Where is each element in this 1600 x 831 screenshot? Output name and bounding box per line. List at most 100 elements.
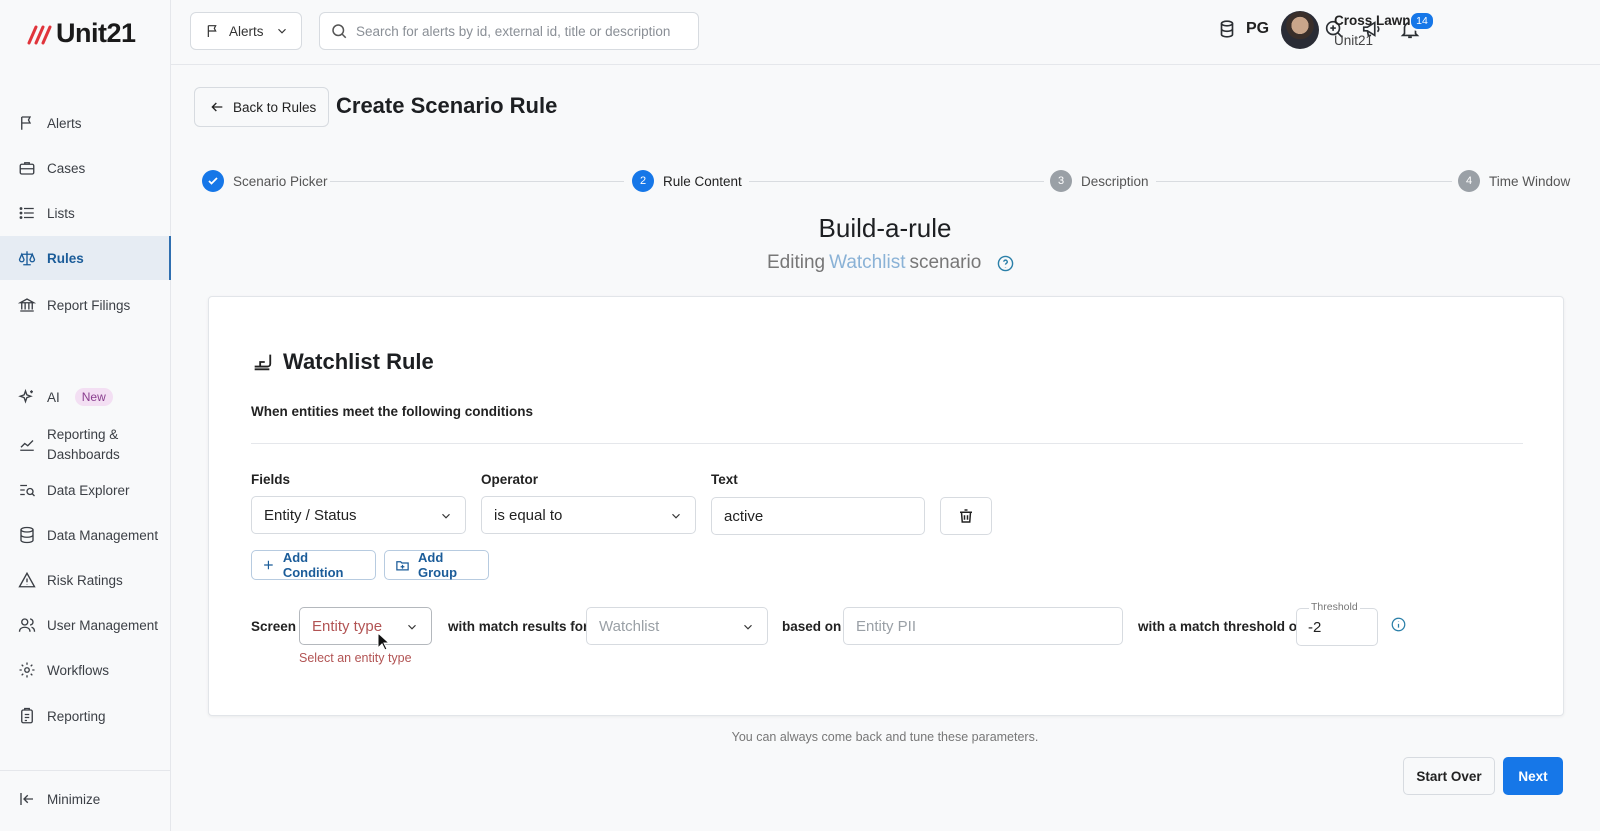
minimize-button[interactable]: Minimize — [0, 777, 171, 821]
flag-icon — [21, 116, 32, 130]
sidebar-item-label-line2: Dashboards — [47, 447, 120, 462]
minimize-label: Minimize — [47, 791, 101, 807]
stepper-connector — [749, 181, 1044, 182]
unit21-logo-icon — [27, 25, 52, 44]
step-label: Scenario Picker — [233, 173, 328, 189]
match-results-label: with match results for — [448, 619, 589, 634]
briefcase-icon — [19, 162, 35, 175]
threshold-input[interactable]: Threshold -2 — [1296, 601, 1378, 646]
step-description[interactable]: 3 Description — [1050, 170, 1149, 192]
start-over-button[interactable]: Start Over — [1403, 757, 1495, 795]
chevron-down-icon — [278, 28, 286, 34]
scale-icon — [18, 251, 36, 266]
chevron-down-icon — [408, 624, 416, 630]
sidebar-item-reporting-dashboards[interactable]: Reporting & Dashboards — [0, 421, 171, 469]
search-icon — [332, 24, 347, 39]
sidebar-item-cases[interactable]: Cases — [0, 146, 171, 190]
add-group-button[interactable]: Add Group — [384, 550, 489, 580]
add-condition-label: Add Condition — [282, 550, 344, 580]
operator-header: Operator — [481, 472, 539, 487]
page-title: Create Scenario Rule — [336, 93, 558, 118]
alerts-dropdown[interactable]: Alerts — [190, 12, 302, 50]
line-chart-icon — [20, 440, 34, 451]
card-title: Watchlist Rule — [251, 349, 434, 375]
sidebar-item-label: Report Filings — [47, 297, 131, 313]
sidebar-item-label: Risk Ratings — [47, 572, 123, 588]
trash-icon — [960, 509, 972, 523]
notification-count-badge: 14 — [1409, 11, 1435, 31]
chevron-down-icon — [744, 624, 752, 630]
sidebar-divider — [0, 770, 171, 771]
sidebar-item-label: Alerts — [47, 115, 82, 131]
sidebar-item-user-management[interactable]: User Management — [0, 603, 171, 647]
card-title-text: Watchlist Rule — [283, 349, 434, 374]
warning-icon — [18, 571, 36, 588]
sidebar-item-workflows[interactable]: Workflows — [0, 648, 171, 692]
sidebar-item-data-explorer[interactable]: Data Explorer — [0, 468, 171, 512]
step-number: 2 — [632, 170, 654, 192]
back-to-rules-label: Back to Rules — [233, 99, 317, 115]
sidebar-item-data-management[interactable]: Data Management — [0, 513, 171, 557]
bank-icon — [18, 298, 36, 312]
add-group-label: Add Group — [418, 550, 458, 580]
builder-subtitle: Editing Watchlist scenario — [767, 252, 1014, 274]
step-number: 3 — [1050, 170, 1072, 192]
operator-select[interactable]: is equal to — [481, 496, 696, 534]
back-to-rules-button[interactable]: Back to Rules — [194, 87, 329, 127]
entity-type-select[interactable]: Entity type — [299, 607, 432, 645]
subtitle-scenario-link[interactable]: Watchlist — [829, 252, 905, 274]
sidebar-item-label: Reporting & Dashboards — [47, 425, 120, 465]
sidebar-item-label: Cases — [47, 160, 86, 176]
step-label: Time Window — [1489, 173, 1571, 189]
users-icon — [18, 618, 36, 632]
watchlist-select[interactable]: Watchlist — [586, 607, 768, 645]
delete-condition-button[interactable] — [940, 497, 992, 535]
collapse-left-icon — [20, 793, 33, 805]
info-icon[interactable] — [1391, 617, 1406, 632]
sparkles-icon — [18, 388, 33, 404]
search-input[interactable] — [356, 23, 686, 39]
chevron-down-icon — [442, 513, 450, 519]
folder-plus-icon — [396, 560, 409, 571]
field-select[interactable]: Entity / Status — [251, 496, 466, 534]
logo[interactable]: Unit21 — [26, 18, 136, 49]
database-icon[interactable] — [1216, 18, 1238, 40]
sidebar-item-report-filings[interactable]: Report Filings — [0, 283, 171, 327]
subtitle-prefix: Editing — [767, 252, 826, 273]
sidebar-item-label: Reporting — [47, 708, 106, 724]
arrow-left-icon — [211, 102, 223, 112]
sidebar-item-label-line1: Reporting & — [47, 427, 119, 442]
entity-pii-placeholder: Entity PII — [856, 617, 917, 635]
field-select-value: Entity / Status — [264, 506, 357, 524]
clipboard-icon — [21, 707, 33, 724]
sidebar-item-risk-ratings[interactable]: Risk Ratings — [0, 558, 171, 602]
sidebar-item-alerts[interactable]: Alerts — [0, 101, 171, 145]
step-rule-content[interactable]: 2 Rule Content — [632, 170, 742, 192]
conditions-label: When entities meet the following conditi… — [251, 404, 534, 419]
sidebar-item-label: User Management — [47, 617, 159, 633]
step-scenario-picker[interactable]: Scenario Picker — [202, 170, 328, 192]
watchlist-rule-icon — [254, 354, 272, 371]
user-name[interactable]: Cross Lawn — [1334, 13, 1411, 28]
entity-type-error: Select an entity type — [299, 651, 412, 665]
help-circle-icon[interactable] — [997, 255, 1014, 272]
card-divider — [251, 443, 1523, 444]
operator-select-value: is equal to — [494, 506, 563, 524]
text-value-input[interactable]: active — [711, 497, 925, 535]
add-condition-button[interactable]: Add Condition — [251, 550, 376, 580]
db-label[interactable]: PG — [1246, 20, 1269, 38]
avatar[interactable] — [1281, 11, 1319, 49]
text-header: Text — [711, 472, 738, 487]
fields-header: Fields — [251, 472, 291, 487]
plus-icon — [264, 560, 273, 570]
mouse-cursor-icon — [377, 632, 391, 651]
step-time-window[interactable]: 4 Time Window — [1458, 170, 1570, 192]
entity-pii-input[interactable]: Entity PII — [843, 607, 1123, 645]
based-on-label: based on — [782, 619, 842, 634]
brand-name: Unit21 — [56, 18, 136, 48]
next-button[interactable]: Next — [1503, 757, 1563, 795]
search-list-icon — [20, 484, 35, 497]
database-icon — [20, 526, 34, 544]
sidebar-item-ai[interactable]: AI New — [0, 375, 171, 419]
sidebar-item-label: Workflows — [47, 662, 110, 678]
